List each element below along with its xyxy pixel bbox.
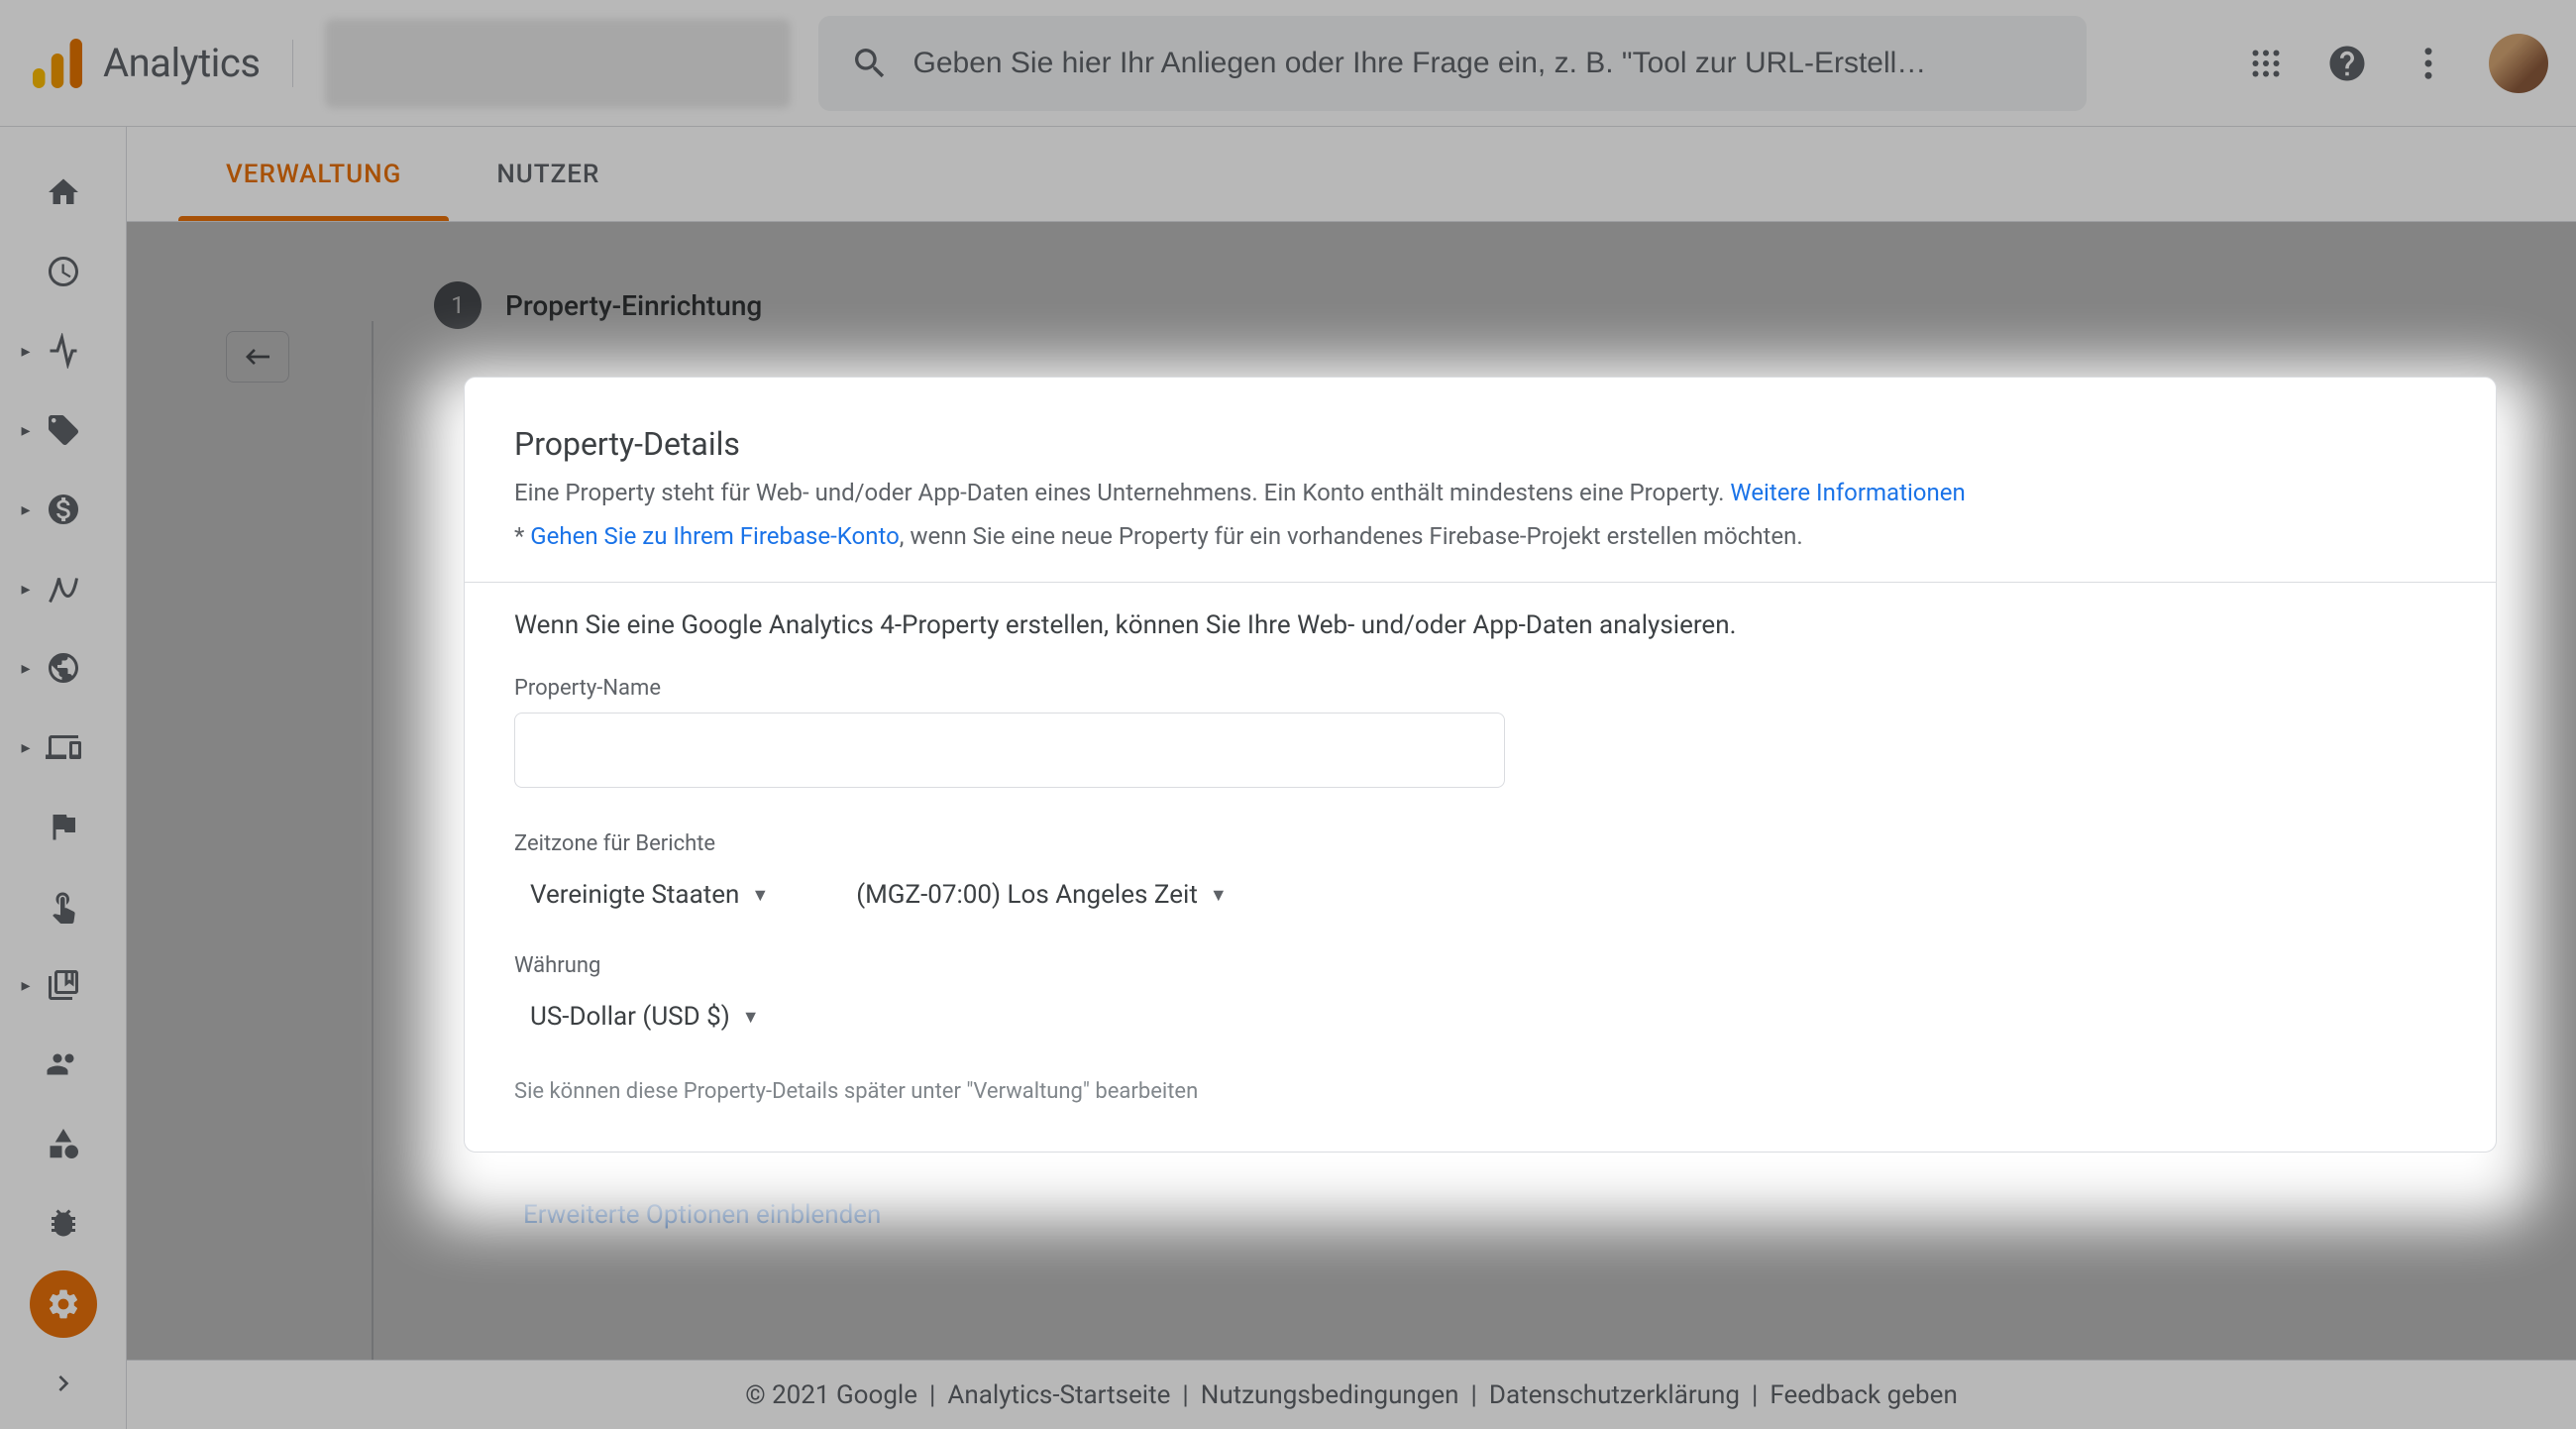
card-description-1: Eine Property steht für Web- und/oder Ap… [514, 475, 2446, 510]
nav-explore-icon[interactable] [30, 555, 97, 622]
search-icon [850, 44, 890, 83]
avatar[interactable] [2489, 34, 2548, 93]
property-name-label: Property-Name [514, 676, 2446, 701]
nav-flag-icon[interactable] [30, 793, 97, 860]
footer-privacy-link[interactable]: Datenschutzerklärung [1489, 1380, 1740, 1410]
nav-globe-icon[interactable] [30, 634, 97, 702]
nav-category-icon[interactable] [30, 1110, 97, 1177]
search-input[interactable] [913, 47, 2055, 80]
more-info-link[interactable]: Weitere Informationen [1730, 479, 1965, 506]
content: VERWALTUNG NUTZER 1 Property-Einrichtung… [127, 127, 2576, 1429]
step-number: 1 [434, 281, 482, 329]
app-header: Analytics [0, 0, 2576, 127]
chevron-down-icon: ▼ [742, 1007, 760, 1028]
nav-monetization-icon[interactable] [30, 476, 97, 543]
help-icon[interactable] [2326, 43, 2368, 84]
chevron-down-icon: ▼ [1210, 885, 1228, 906]
country-select[interactable]: Vereinigte Staaten ▼ [514, 868, 785, 922]
footer-home-link[interactable]: Analytics-Startseite [947, 1380, 1170, 1410]
nav-devices-icon[interactable] [30, 714, 97, 781]
nav-library-icon[interactable] [30, 951, 97, 1019]
footer: © 2021 Google | Analytics-Startseite | N… [127, 1360, 2576, 1429]
logo[interactable]: Analytics [28, 34, 261, 93]
nav-people-icon[interactable] [30, 1031, 97, 1098]
nav-touch-icon[interactable] [30, 872, 97, 939]
timezone-select[interactable]: (MGZ-07:00) Los Angeles Zeit ▼ [840, 868, 1242, 922]
more-icon[interactable] [2408, 43, 2449, 84]
currency-select[interactable]: US-Dollar (USD $) ▼ [514, 990, 2446, 1044]
copyright: © 2021 Google [745, 1380, 917, 1410]
tab-admin[interactable]: VERWALTUNG [178, 127, 449, 221]
currency-label: Währung [514, 953, 2446, 978]
footer-terms-link[interactable]: Nutzungsbedingungen [1201, 1380, 1459, 1410]
card-heading: Property-Details [514, 425, 2446, 463]
tabs: VERWALTUNG NUTZER [127, 127, 2576, 222]
analytics-logo-icon [28, 34, 87, 93]
header-actions [2166, 34, 2548, 93]
left-nav [0, 127, 127, 1429]
edit-hint: Sie können diese Property-Details später… [514, 1079, 2446, 1104]
advanced-options-link[interactable]: Erweiterte Optionen einblenden [523, 1200, 2517, 1230]
nav-tag-icon[interactable] [30, 396, 97, 464]
apps-icon[interactable] [2245, 43, 2287, 84]
property-details-card: Property-Details Eine Property steht für… [464, 377, 2497, 1153]
nav-lifecycle-icon[interactable] [30, 317, 97, 385]
card-description-2: * Gehen Sie zu Ihrem Firebase-Konto, wen… [514, 518, 2446, 554]
chevron-down-icon: ▼ [751, 885, 769, 906]
property-name-input[interactable] [514, 713, 1505, 788]
header-divider [292, 40, 293, 87]
nav-settings-icon[interactable] [30, 1270, 97, 1338]
stepper-line [372, 321, 374, 1360]
nav-expand-icon[interactable] [30, 1350, 97, 1417]
firebase-link[interactable]: Gehen Sie zu Ihrem Firebase-Konto [530, 522, 899, 550]
timezone-selects: Vereinigte Staaten ▼ (MGZ-07:00) Los Ang… [514, 868, 2446, 922]
card-divider [465, 582, 2496, 583]
ga4-text: Wenn Sie eine Google Analytics 4-Propert… [514, 610, 2446, 640]
nav-realtime-icon[interactable] [30, 238, 97, 305]
back-button[interactable] [226, 331, 289, 383]
main-panel: 1 Property-Einrichtung Property-Details … [127, 222, 2576, 1360]
step-header: 1 Property-Einrichtung [434, 281, 2517, 329]
product-name: Analytics [103, 40, 261, 86]
nav-home-icon[interactable] [30, 159, 97, 226]
footer-feedback-link[interactable]: Feedback geben [1770, 1380, 1957, 1410]
search-bar[interactable] [818, 16, 2087, 111]
tab-users[interactable]: NUTZER [449, 127, 647, 221]
step-title: Property-Einrichtung [505, 289, 762, 322]
timezone-label: Zeitzone für Berichte [514, 831, 2446, 856]
nav-bug-icon[interactable] [30, 1189, 97, 1257]
account-breadcrumb[interactable] [325, 19, 791, 108]
